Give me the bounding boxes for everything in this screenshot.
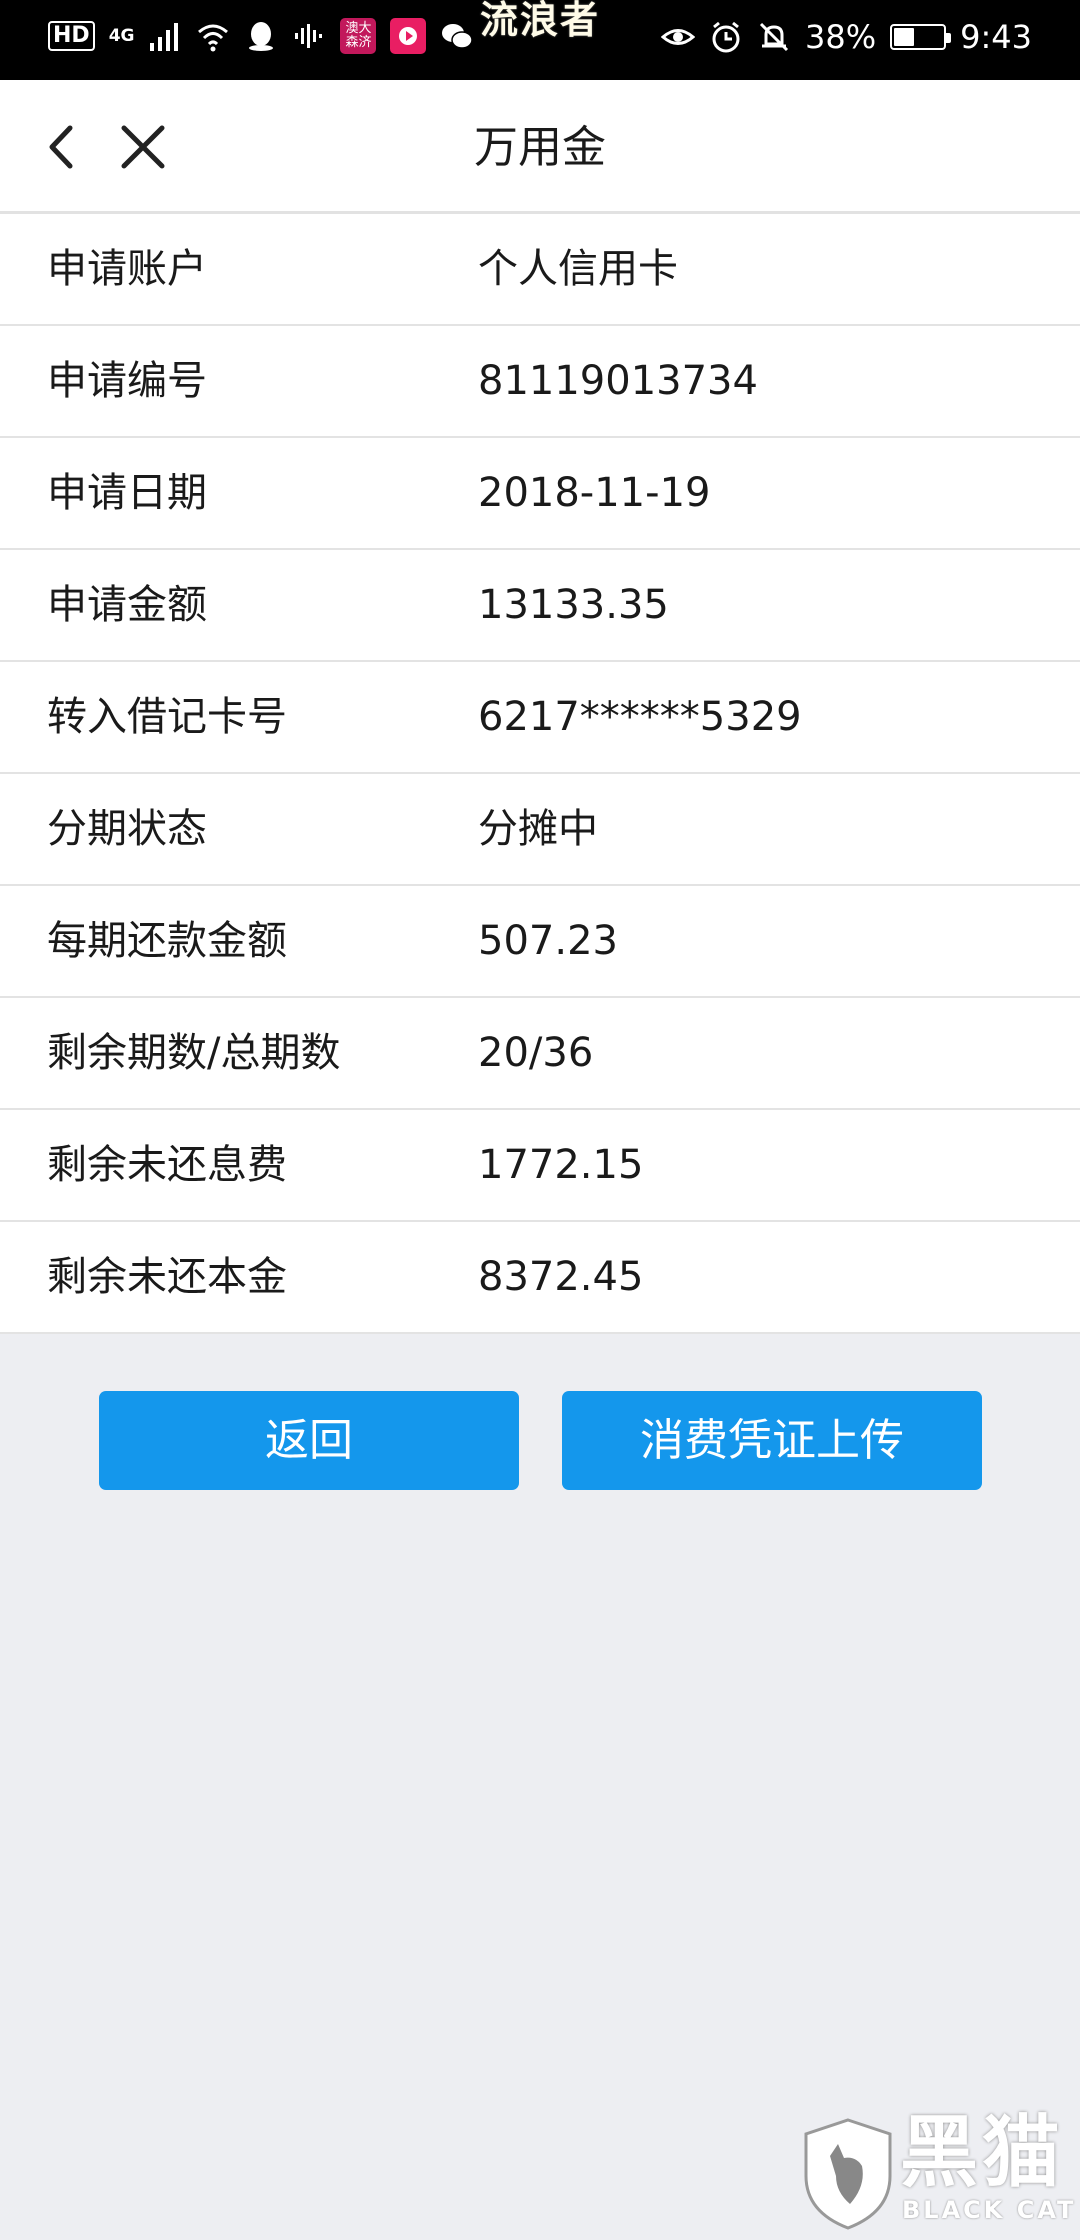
upload-voucher-button[interactable]: 消费凭证上传 bbox=[562, 1391, 982, 1490]
mute-bell-icon bbox=[759, 22, 789, 52]
detail-row-debit-card: 转入借记卡号 6217******5329 bbox=[0, 662, 1080, 774]
cat-shield-icon bbox=[804, 2118, 892, 2230]
watermark-subtext: BLACK CAT bbox=[902, 2196, 1077, 2224]
watermark-text: 黑猫 bbox=[900, 2108, 1065, 2198]
detail-label: 申请账户 bbox=[47, 246, 207, 292]
detail-label: 每期还款金额 bbox=[47, 918, 287, 964]
nav-bar: 万用金 bbox=[0, 80, 1080, 214]
detail-label: 剩余未还息费 bbox=[47, 1142, 287, 1188]
detail-label: 剩余未还本金 bbox=[47, 1254, 287, 1300]
detail-value: 6217******5329 bbox=[478, 694, 802, 740]
status-bar-right: 38% 9:43 bbox=[661, 18, 1032, 56]
detail-row-account: 申请账户 个人信用卡 bbox=[0, 214, 1080, 326]
detail-value: 分摊中 bbox=[478, 806, 598, 852]
detail-value: 个人信用卡 bbox=[478, 246, 678, 292]
detail-value: 507.23 bbox=[478, 918, 618, 964]
detail-label: 分期状态 bbox=[47, 806, 207, 852]
detail-row-remaining-principal: 剩余未还本金 8372.45 bbox=[0, 1222, 1080, 1334]
detail-value: 81119013734 bbox=[478, 358, 758, 404]
detail-value: 8372.45 bbox=[478, 1254, 644, 1300]
status-bar: HD 4G 澳大 森济 流浪者 38% 9:43 bbox=[0, 0, 1080, 80]
detail-value: 20/36 bbox=[478, 1030, 594, 1076]
clock: 9:43 bbox=[960, 18, 1032, 56]
detail-value: 1772.15 bbox=[478, 1142, 644, 1188]
detail-row-application-date: 申请日期 2018-11-19 bbox=[0, 438, 1080, 550]
installment-details-list: 申请账户 个人信用卡 申请编号 81119013734 申请日期 2018-11… bbox=[0, 214, 1080, 1334]
detail-row-period-payment: 每期还款金额 507.23 bbox=[0, 886, 1080, 998]
detail-row-status: 分期状态 分摊中 bbox=[0, 774, 1080, 886]
detail-row-remaining-periods: 剩余期数/总期数 20/36 bbox=[0, 998, 1080, 1110]
detail-label: 剩余期数/总期数 bbox=[47, 1030, 341, 1076]
eye-icon bbox=[661, 29, 696, 45]
alarm-icon bbox=[712, 21, 740, 53]
page-title: 万用金 bbox=[474, 122, 606, 173]
detail-row-application-number: 申请编号 81119013734 bbox=[0, 326, 1080, 438]
detail-row-amount: 申请金额 13133.35 bbox=[0, 550, 1080, 662]
detail-label: 转入借记卡号 bbox=[47, 694, 287, 740]
detail-value: 13133.35 bbox=[478, 582, 669, 628]
detail-label: 申请日期 bbox=[47, 470, 207, 516]
return-button[interactable]: 返回 bbox=[99, 1391, 519, 1490]
battery-icon bbox=[890, 24, 952, 50]
detail-row-remaining-interest: 剩余未还息费 1772.15 bbox=[0, 1110, 1080, 1222]
battery-percent: 38% bbox=[805, 18, 877, 56]
detail-value: 2018-11-19 bbox=[478, 470, 711, 516]
detail-label: 申请金额 bbox=[47, 582, 207, 628]
watermark-logo: 黑猫 BLACK CAT bbox=[790, 2110, 1080, 2240]
detail-label: 申请编号 bbox=[47, 358, 207, 404]
